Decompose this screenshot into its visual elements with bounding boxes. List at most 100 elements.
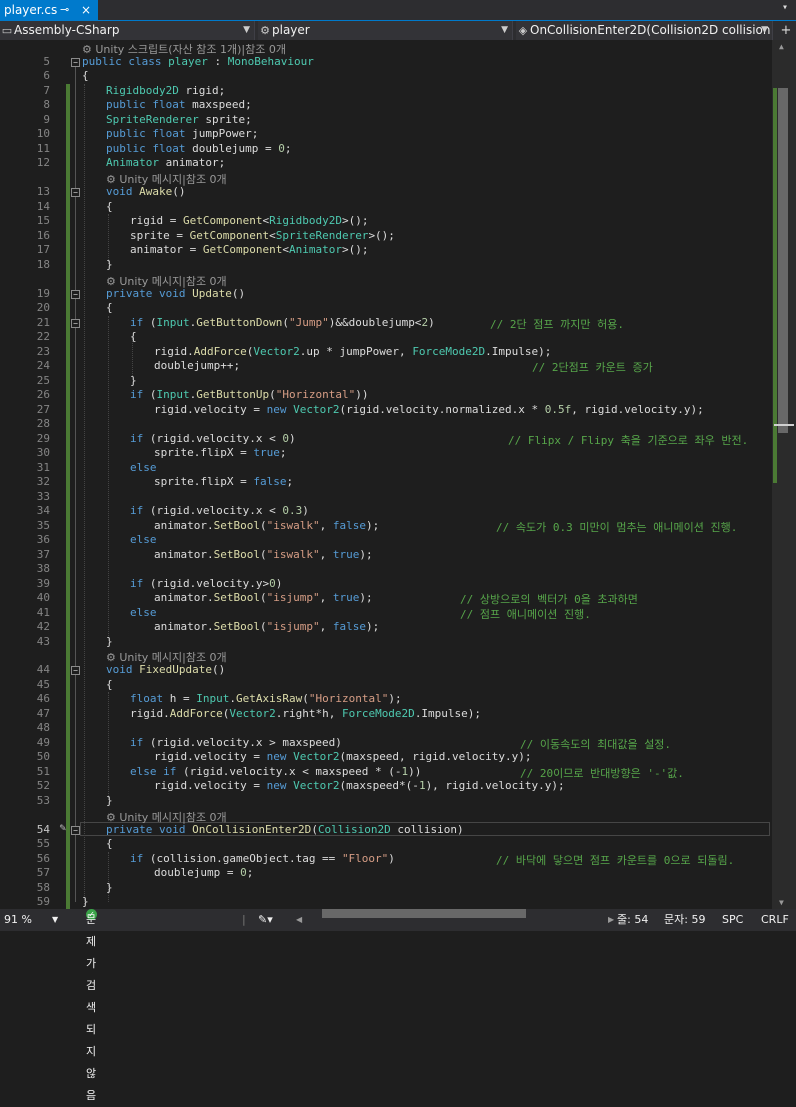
collapse-icon[interactable]: − xyxy=(71,188,80,197)
scroll-up-icon[interactable]: ▲ xyxy=(779,42,784,51)
collapse-icon[interactable]: − xyxy=(71,826,80,835)
code-token: ( xyxy=(259,548,267,561)
indent-guide xyxy=(84,84,85,904)
code-line-46[interactable]: float h = Input.GetAxisRaw("Horizontal")… xyxy=(130,692,402,705)
code-line-50[interactable]: rigid.velocity = new Vector2(maxspeed, r… xyxy=(154,750,532,763)
line-number: 28 xyxy=(36,417,50,430)
line-number: 6 xyxy=(43,69,50,82)
code-line-24[interactable]: doublejump++; xyxy=(154,359,240,372)
code-line-40[interactable]: animator.SetBool("isjump", true); xyxy=(154,591,373,604)
split-window-icon[interactable]: + xyxy=(778,21,794,40)
code-token: rigid.velocity = xyxy=(154,750,267,763)
code-line-9[interactable]: SpriteRenderer sprite; xyxy=(106,113,252,126)
vertical-scrollbar[interactable]: ▲ ▼ xyxy=(772,40,796,909)
line-indicator[interactable]: 줄: 54 xyxy=(617,909,648,931)
line-number: 44 xyxy=(36,663,50,676)
code-line-12[interactable]: Animator animator; xyxy=(106,156,225,169)
code-line-41[interactable]: else xyxy=(130,606,157,619)
code-token: animator; xyxy=(158,156,226,169)
scroll-right-icon[interactable]: ▶ xyxy=(608,909,614,931)
tab-filename: player.cs xyxy=(4,3,58,17)
collapse-icon[interactable]: − xyxy=(71,319,80,328)
collapse-icon[interactable]: − xyxy=(71,58,80,67)
close-icon[interactable]: × xyxy=(81,0,91,20)
horizontal-scrollbar[interactable]: ◀ ▶ xyxy=(296,909,626,931)
code-line-56[interactable]: if (collision.gameObject.tag == "Floor") xyxy=(130,852,395,865)
code-line-32[interactable]: sprite.flipX = false; xyxy=(154,475,293,488)
code-line-23[interactable]: rigid.AddForce(Vector2.up * jumpPower, F… xyxy=(154,345,551,358)
line-ending-indicator[interactable]: CRLF xyxy=(761,909,789,931)
code-token: public float xyxy=(106,127,186,140)
code-line-47[interactable]: rigid.AddForce(Vector2.right*h, ForceMod… xyxy=(130,707,481,720)
code-line-8[interactable]: public float maxspeed; xyxy=(106,98,252,111)
scroll-down-icon[interactable]: ▼ xyxy=(779,898,784,907)
code-token: false xyxy=(253,475,287,488)
document-tab-bar: player.cs ⊸ × ▾ xyxy=(0,0,796,22)
tab-overflow-icon[interactable]: ▾ xyxy=(782,2,788,13)
code-line-7[interactable]: Rigidbody2D rigid; xyxy=(106,84,225,97)
project-dropdown[interactable]: ▭ Assembly-CSharp ▼ xyxy=(0,21,255,40)
code-line-36[interactable]: else xyxy=(130,533,157,546)
brush-icon[interactable]: ✎▾ xyxy=(258,909,273,931)
code-line-20[interactable]: { xyxy=(106,301,113,314)
code-line-59[interactable]: } xyxy=(82,895,89,908)
code-line-55[interactable]: { xyxy=(106,837,113,850)
pin-icon[interactable]: ⊸ xyxy=(60,0,69,20)
chevron-down-icon[interactable]: ▼ xyxy=(52,909,58,931)
code-line-45[interactable]: { xyxy=(106,678,113,691)
code-line-18[interactable]: } xyxy=(106,258,113,271)
code-line-30[interactable]: sprite.flipX = true; xyxy=(154,446,286,459)
code-line-15[interactable]: rigid = GetComponent<Rigidbody2D>(); xyxy=(130,214,368,227)
code-line-29[interactable]: if (rigid.velocity.x < 0) xyxy=(130,432,296,445)
member-dropdown[interactable]: ◈ OnCollisionEnter2D(Collision2D collisio… xyxy=(516,21,773,40)
code-line-52[interactable]: rigid.velocity = new Vector2(maxspeed*(-… xyxy=(154,779,565,792)
scrollbar-thumb[interactable] xyxy=(322,909,526,918)
code-line-43[interactable]: } xyxy=(106,635,113,648)
document-tab[interactable]: player.cs ⊸ × xyxy=(0,0,98,20)
code-token: 1 xyxy=(418,779,426,792)
class-dropdown[interactable]: ⚙ player ▼ xyxy=(258,21,513,40)
code-line-53[interactable]: } xyxy=(106,794,113,807)
code-line-10[interactable]: public float jumpPower; xyxy=(106,127,258,140)
code-line-37[interactable]: animator.SetBool("iswalk", true); xyxy=(154,548,373,561)
code-line-42[interactable]: animator.SetBool("isjump", false); xyxy=(154,620,379,633)
code-line-22[interactable]: { xyxy=(130,330,137,343)
code-token: { xyxy=(82,69,89,82)
code-line-14[interactable]: { xyxy=(106,200,113,213)
code-token: ) xyxy=(302,504,309,517)
code-line-5[interactable]: public class player : MonoBehaviour xyxy=(82,55,314,68)
code-line-49[interactable]: if (rigid.velocity.x > maxspeed) xyxy=(130,736,342,749)
line-number: 25 xyxy=(36,374,50,387)
code-token: animator = xyxy=(130,243,203,256)
code-line-35[interactable]: animator.SetBool("iswalk", false); xyxy=(154,519,379,532)
line-number: 52 xyxy=(36,779,50,792)
code-line-58[interactable]: } xyxy=(106,881,113,894)
brush-icon[interactable]: ✎ xyxy=(52,821,66,834)
column-indicator[interactable]: 문자: 59 xyxy=(664,909,705,931)
code-line-11[interactable]: public float doublejump = 0; xyxy=(106,142,291,155)
code-line-27[interactable]: rigid.velocity = new Vector2(rigid.veloc… xyxy=(154,403,704,416)
code-line-21[interactable]: if (Input.GetButtonDown("Jump")&&doublej… xyxy=(130,316,435,329)
code-line-13[interactable]: void Awake() xyxy=(106,185,186,198)
code-line-17[interactable]: animator = GetComponent<Animator>(); xyxy=(130,243,368,256)
code-line-19[interactable]: private void Update() xyxy=(106,287,245,300)
code-line-54[interactable]: private void OnCollisionEnter2D(Collisio… xyxy=(106,823,464,836)
collapse-icon[interactable]: − xyxy=(71,290,80,299)
code-line-34[interactable]: if (rigid.velocity.x < 0.3) xyxy=(130,504,309,517)
code-line-25[interactable]: } xyxy=(130,374,137,387)
code-line-16[interactable]: sprite = GetComponent<SpriteRenderer>(); xyxy=(130,229,395,242)
scrollbar-thumb[interactable] xyxy=(778,88,788,433)
collapse-icon[interactable]: − xyxy=(71,666,80,675)
zoom-level[interactable]: 91 % xyxy=(4,909,32,931)
code-line-44[interactable]: void FixedUpdate() xyxy=(106,663,225,676)
code-line-57[interactable]: doublejump = 0; xyxy=(154,866,253,879)
scroll-left-icon[interactable]: ◀ xyxy=(296,909,302,931)
code-line-31[interactable]: else xyxy=(130,461,157,474)
code-line-39[interactable]: if (rigid.velocity.y>0) xyxy=(130,577,282,590)
code-line-6[interactable]: { xyxy=(82,69,89,82)
code-editor[interactable]: − − − − − − ✎ ⚙ Unity 스크립트(자산 참조 1개)|참조 … xyxy=(0,40,772,909)
code-line-26[interactable]: if (Input.GetButtonUp("Horizontal")) xyxy=(130,388,368,401)
code-line-51[interactable]: else if (rigid.velocity.x < maxspeed * (… xyxy=(130,765,421,778)
member-name: OnCollisionEnter2D(Collision2D collision xyxy=(530,23,771,37)
whitespace-indicator[interactable]: SPC xyxy=(722,909,743,931)
